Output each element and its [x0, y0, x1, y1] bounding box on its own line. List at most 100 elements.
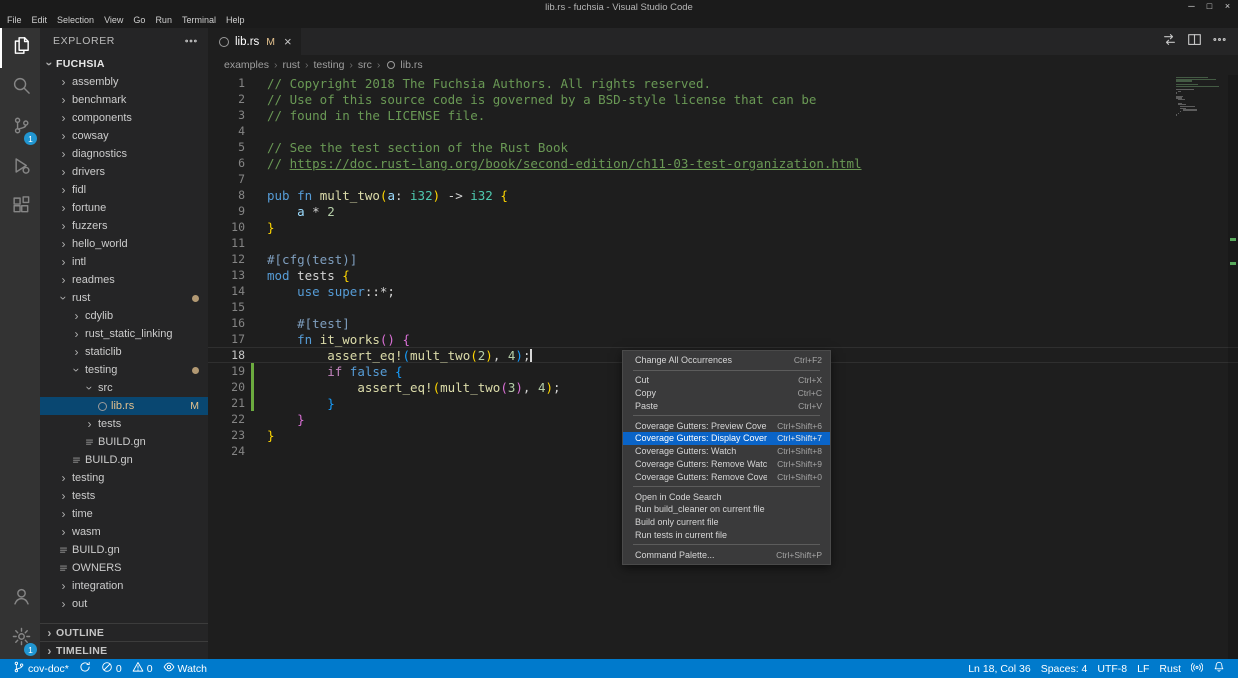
- tree-folder-testing[interactable]: ›testing: [40, 469, 208, 487]
- tree-folder-fortune[interactable]: ›fortune: [40, 199, 208, 217]
- activity-accounts-button[interactable]: [0, 579, 40, 619]
- tree-file-build-gn[interactable]: BUILD.gn: [40, 451, 208, 469]
- split-editor-button[interactable]: [1183, 31, 1205, 53]
- menu-item-command-palette[interactable]: Command Palette...Ctrl+Shift+P: [623, 548, 830, 561]
- tree-folder-components[interactable]: ›components: [40, 109, 208, 127]
- tree-file-build-gn[interactable]: BUILD.gn: [40, 433, 208, 451]
- tree-folder-tests[interactable]: ›tests: [40, 487, 208, 505]
- panel-outline[interactable]: ›OUTLINE: [40, 623, 208, 641]
- menu-item-coverage-gutters-display-coverage[interactable]: Coverage Gutters: Display CoverageCtrl+S…: [623, 432, 830, 445]
- tree-folder-hello-world[interactable]: ›hello_world: [40, 235, 208, 253]
- tree-folder-rust[interactable]: ›rust: [40, 289, 208, 307]
- tree-file-owners[interactable]: OWNERS: [40, 559, 208, 577]
- tree-folder-drivers[interactable]: ›drivers: [40, 163, 208, 181]
- breadcrumb-testing[interactable]: testing: [312, 59, 345, 71]
- tree-folder-intl[interactable]: ›intl: [40, 253, 208, 271]
- tree-folder-tests[interactable]: ›tests: [40, 415, 208, 433]
- status-spaces-4[interactable]: Spaces: 4: [1036, 659, 1093, 678]
- status-bell[interactable]: [1208, 659, 1230, 678]
- activity-settings-button[interactable]: 1: [0, 619, 40, 659]
- activity-search-button[interactable]: [0, 68, 40, 108]
- tree-folder-staticlib[interactable]: ›staticlib: [40, 343, 208, 361]
- open-changes-button[interactable]: [1158, 31, 1180, 53]
- tree-folder-cowsay[interactable]: ›cowsay: [40, 127, 208, 145]
- status-ln-18-col-36[interactable]: Ln 18, Col 36: [963, 659, 1035, 678]
- activity-explorer-button[interactable]: [0, 28, 40, 68]
- window-close-button[interactable]: ×: [1222, 1, 1233, 11]
- menu-item-run-build-cleaner-on-current-file[interactable]: Run build_cleaner on current file: [623, 503, 830, 516]
- breadcrumb-examples[interactable]: examples: [223, 59, 270, 71]
- menu-item-coverage-gutters-preview-coverage-report[interactable]: Coverage Gutters: Preview Coverage Repor…: [623, 419, 830, 432]
- breadcrumb-rust[interactable]: rust: [281, 59, 301, 71]
- status-git-branch[interactable]: cov-doc*: [8, 659, 74, 678]
- menu-item-coverage-gutters-watch[interactable]: Coverage Gutters: WatchCtrl+Shift+8: [623, 445, 830, 458]
- tree-folder-src[interactable]: ›src: [40, 379, 208, 397]
- status-eye[interactable]: Watch: [158, 659, 212, 678]
- status-broadcast[interactable]: [1186, 659, 1208, 678]
- code-line-6[interactable]: 6// https://doc.rust-lang.org/book/secon…: [208, 155, 1238, 171]
- tree-file-lib-rs[interactable]: lib.rsM: [40, 397, 208, 415]
- menu-item-coverage-gutters-remove-watch[interactable]: Coverage Gutters: Remove WatchCtrl+Shift…: [623, 458, 830, 471]
- activity-run-debug-button[interactable]: [0, 148, 40, 188]
- window-maximize-button[interactable]: □: [1204, 1, 1215, 11]
- menu-edit[interactable]: Edit: [27, 13, 53, 27]
- more-actions-button[interactable]: [1208, 31, 1230, 53]
- code-line-8[interactable]: 8pub fn mult_two(a: i32) -> i32 {: [208, 187, 1238, 203]
- menu-item-run-tests-in-current-file[interactable]: Run tests in current file: [623, 529, 830, 542]
- tree-folder-rust-static-linking[interactable]: ›rust_static_linking: [40, 325, 208, 343]
- menu-terminal[interactable]: Terminal: [177, 13, 221, 27]
- menu-item-cut[interactable]: CutCtrl+X: [623, 374, 830, 387]
- menu-file[interactable]: File: [2, 13, 27, 27]
- status-sync[interactable]: [74, 659, 96, 678]
- window-minimize-button[interactable]: ─: [1186, 1, 1197, 11]
- menu-item-change-all-occurrences[interactable]: Change All OccurrencesCtrl+F2: [623, 354, 830, 367]
- code-line-9[interactable]: 9 a * 2: [208, 203, 1238, 219]
- menu-selection[interactable]: Selection: [52, 13, 99, 27]
- menu-item-open-in-code-search[interactable]: Open in Code Search: [623, 490, 830, 503]
- code-line-4[interactable]: 4: [208, 123, 1238, 139]
- tree-folder-cdylib[interactable]: ›cdylib: [40, 307, 208, 325]
- menu-item-paste[interactable]: PasteCtrl+V: [623, 399, 830, 412]
- menu-run[interactable]: Run: [150, 13, 177, 27]
- tree-folder-wasm[interactable]: ›wasm: [40, 523, 208, 541]
- menu-view[interactable]: View: [99, 13, 128, 27]
- code-line-10[interactable]: 10}: [208, 219, 1238, 235]
- more-actions-icon[interactable]: [184, 34, 198, 48]
- status-warning[interactable]: 0: [127, 659, 158, 678]
- minimap[interactable]: [1176, 77, 1228, 147]
- code-line-7[interactable]: 7: [208, 171, 1238, 187]
- activity-extensions-button[interactable]: [0, 188, 40, 228]
- tree-folder-assembly[interactable]: ›assembly: [40, 73, 208, 91]
- breadcrumb-src[interactable]: src: [357, 59, 373, 71]
- tree-folder-benchmark[interactable]: ›benchmark: [40, 91, 208, 109]
- code-line-17[interactable]: 17 fn it_works() {: [208, 331, 1238, 347]
- menu-help[interactable]: Help: [221, 13, 250, 27]
- activity-source-control-button[interactable]: 1: [0, 108, 40, 148]
- status-lf[interactable]: LF: [1132, 659, 1154, 678]
- code-line-13[interactable]: 13mod tests {: [208, 267, 1238, 283]
- status-error[interactable]: 0: [96, 659, 127, 678]
- breadcrumb-lib-rs[interactable]: lib.rs: [399, 59, 423, 71]
- code-line-14[interactable]: 14 use super::*;: [208, 283, 1238, 299]
- code-line-15[interactable]: 15: [208, 299, 1238, 315]
- code-line-3[interactable]: 3// found in the LICENSE file.: [208, 107, 1238, 123]
- code-line-2[interactable]: 2// Use of this source code is governed …: [208, 91, 1238, 107]
- status-utf-8[interactable]: UTF-8: [1092, 659, 1132, 678]
- menu-item-copy[interactable]: CopyCtrl+C: [623, 387, 830, 400]
- code-line-1[interactable]: 1// Copyright 2018 The Fuchsia Authors. …: [208, 75, 1238, 91]
- section-header-fuchsia[interactable]: › FUCHSIA: [40, 54, 208, 73]
- tree-folder-diagnostics[interactable]: ›diagnostics: [40, 145, 208, 163]
- code-line-12[interactable]: 12#[cfg(test)]: [208, 251, 1238, 267]
- tree-folder-fuzzers[interactable]: ›fuzzers: [40, 217, 208, 235]
- tree-folder-testing[interactable]: ›testing: [40, 361, 208, 379]
- tree-folder-readmes[interactable]: ›readmes: [40, 271, 208, 289]
- tree-file-build-gn[interactable]: BUILD.gn: [40, 541, 208, 559]
- tree-folder-out[interactable]: ›out: [40, 595, 208, 613]
- menu-item-build-only-current-file[interactable]: Build only current file: [623, 516, 830, 529]
- tab-lib-rs[interactable]: lib.rs M ×: [208, 28, 301, 55]
- code-line-16[interactable]: 16 #[test]: [208, 315, 1238, 331]
- menu-go[interactable]: Go: [128, 13, 150, 27]
- tree-folder-time[interactable]: ›time: [40, 505, 208, 523]
- close-icon[interactable]: ×: [284, 35, 292, 48]
- tree-folder-fidl[interactable]: ›fidl: [40, 181, 208, 199]
